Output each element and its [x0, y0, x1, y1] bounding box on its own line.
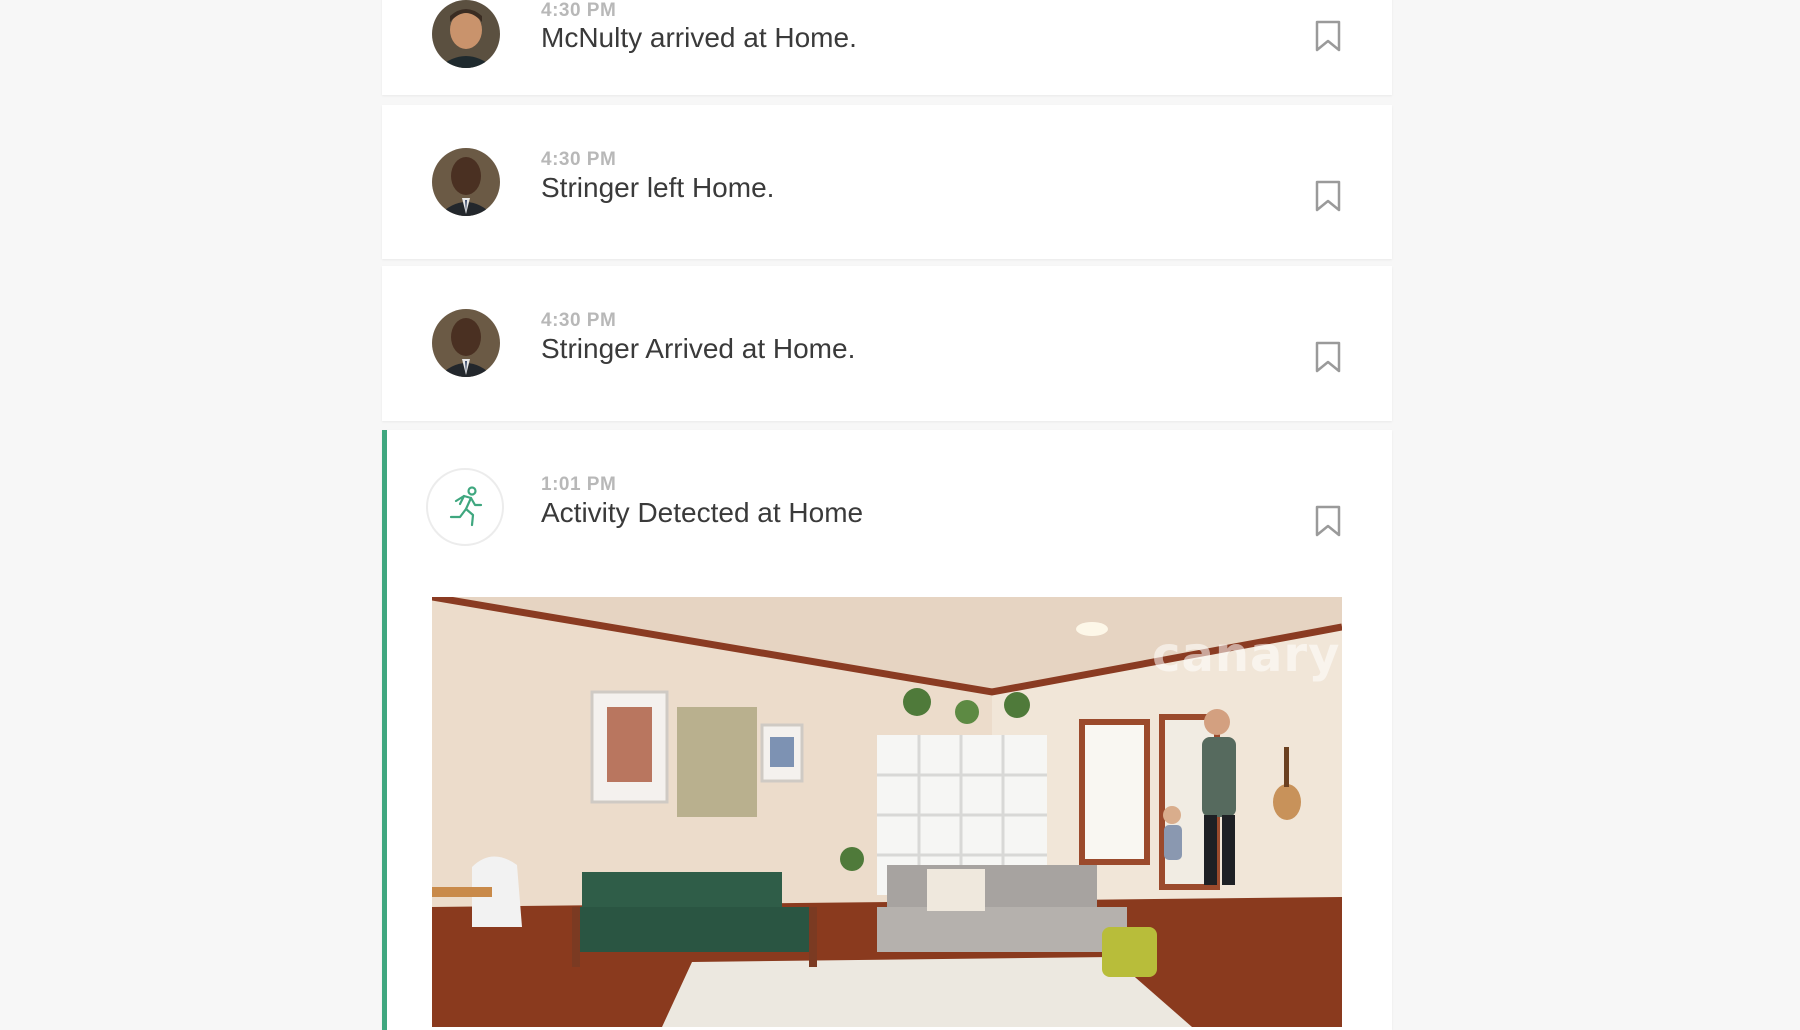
event-title: Stringer left Home.	[541, 172, 775, 203]
event-title: Activity Detected at Home	[541, 497, 864, 528]
snapshot-watermark: canary	[1152, 627, 1341, 683]
event-time: 4:30 PM	[541, 149, 617, 170]
event-card[interactable]: 4:30 PM McNulty arrived at Home.	[382, 0, 1392, 95]
activity-avatar	[426, 468, 504, 546]
event-time: 1:01 PM	[541, 474, 617, 495]
person-avatar	[432, 0, 500, 68]
person-avatar	[432, 309, 500, 377]
activity-feed: 4:30 PM McNulty arrived at Home. 4:30 PM…	[382, 0, 1392, 1030]
running-person-icon	[449, 486, 483, 527]
bookmark-icon[interactable]	[1315, 20, 1341, 52]
activity-snapshot[interactable]: canary	[432, 597, 1342, 1027]
event-time: 4:30 PM	[541, 310, 617, 331]
person-avatar	[432, 148, 500, 216]
event-time: 4:30 PM	[541, 0, 617, 21]
bookmark-icon[interactable]	[1315, 180, 1341, 212]
event-card[interactable]: 4:30 PM Stringer left Home.	[382, 105, 1392, 259]
event-title: Stringer Arrived at Home.	[541, 333, 856, 364]
event-title: McNulty arrived at Home.	[541, 22, 857, 53]
accent-bar	[382, 430, 387, 1030]
bookmark-icon[interactable]	[1315, 341, 1341, 373]
event-card[interactable]: 4:30 PM Stringer Arrived at Home.	[382, 266, 1392, 421]
bookmark-icon[interactable]	[1315, 505, 1341, 537]
activity-event-card[interactable]: 1:01 PM Activity Detected at Home canary	[382, 430, 1392, 1030]
